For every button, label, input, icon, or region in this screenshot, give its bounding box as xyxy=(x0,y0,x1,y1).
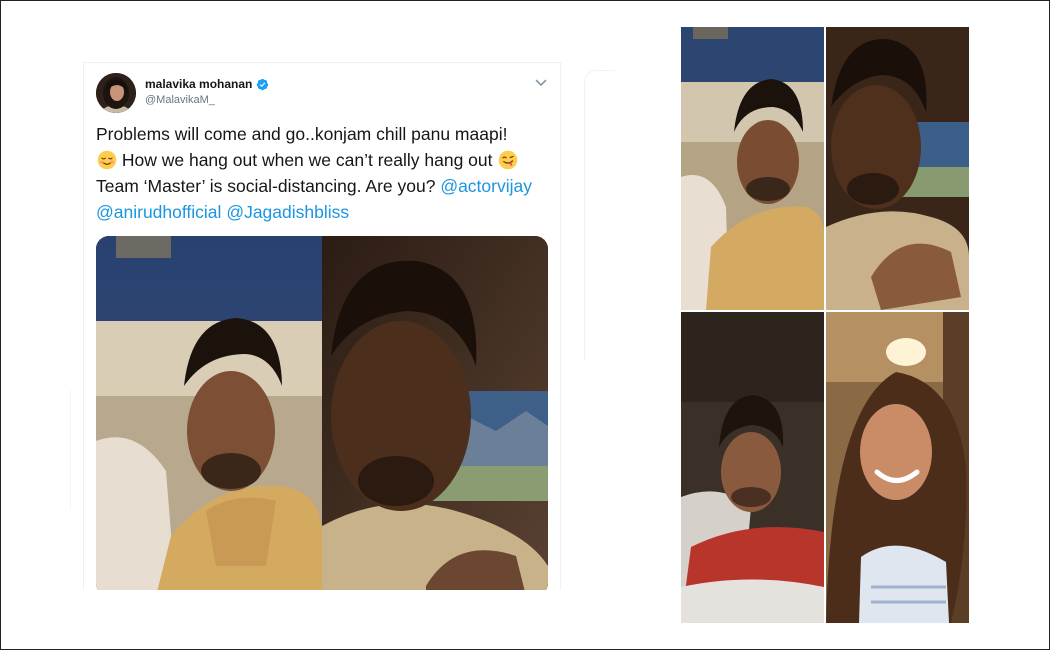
verified-badge-icon xyxy=(257,78,269,90)
mention-jagadishbliss[interactable]: @Jagadishbliss xyxy=(226,202,349,222)
mention-actorvijay[interactable]: @actorvijay xyxy=(440,176,532,196)
background-card-edge-left xyxy=(50,390,71,510)
tweet-text: Problems will come and go..konjam chill … xyxy=(96,121,556,225)
chevron-down-icon[interactable] xyxy=(534,76,548,90)
author-handle[interactable]: @MalavikaM_ xyxy=(145,94,215,106)
video-call-collage xyxy=(681,27,969,623)
tweet-text-line-2: How we hang out when we can’t really han… xyxy=(117,150,498,170)
author-name[interactable]: malavika mohanan xyxy=(145,77,252,91)
tweet-media-photo[interactable] xyxy=(96,236,548,590)
tweet-text-line-1: Problems will come and go..konjam chill … xyxy=(96,124,508,144)
tweet-card[interactable]: malavika mohanan @MalavikaM_ Problems wi… xyxy=(83,62,561,590)
background-card-edge xyxy=(584,70,615,361)
mention-anirudhofficial[interactable]: @anirudhofficial xyxy=(96,202,221,222)
relieved-face-emoji xyxy=(97,150,117,170)
avatar[interactable] xyxy=(96,73,136,113)
tweet-text-line-3: Team ‘Master’ is social-distancing. Are … xyxy=(96,176,441,196)
face-savoring-food-emoji xyxy=(499,150,518,170)
